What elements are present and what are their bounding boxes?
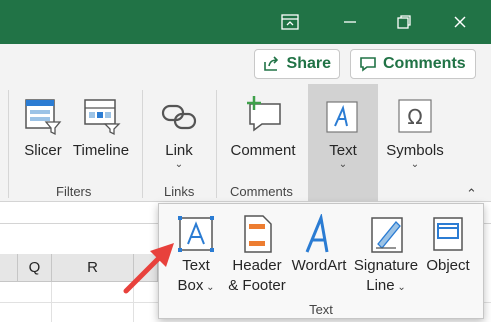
text-box-label-line2: Box xyxy=(177,277,204,294)
chevron-down-icon: ⌄ xyxy=(338,159,348,170)
wordart-icon xyxy=(305,214,329,253)
comments-group-label: Comments xyxy=(230,184,293,199)
links-group-label: Links xyxy=(164,184,195,199)
header-footer-button[interactable]: Header & Footer xyxy=(225,210,289,296)
omega-symbol-icon: Ω xyxy=(398,99,432,133)
share-label: Share xyxy=(286,55,331,72)
text-label: Text xyxy=(329,142,357,159)
ribbon-display-options-button[interactable] xyxy=(262,0,318,44)
object-button[interactable]: Object xyxy=(423,210,473,276)
object-label: Object xyxy=(426,257,470,274)
link-label: Link xyxy=(165,142,193,159)
slicer-button[interactable]: Slicer xyxy=(18,84,68,160)
chevron-down-icon: ⌄ xyxy=(394,282,406,293)
link-button[interactable]: Link ⌄ xyxy=(154,84,204,170)
minimize-icon xyxy=(344,21,356,23)
column-header[interactable] xyxy=(134,254,158,282)
text-icon xyxy=(326,101,358,133)
wordart-label: WordArt xyxy=(291,257,347,274)
column-header-label: Q xyxy=(28,259,41,276)
column-header-label: R xyxy=(87,259,98,276)
restore-button[interactable] xyxy=(376,0,432,44)
close-icon xyxy=(454,16,466,28)
title-bar xyxy=(0,0,491,44)
signature-line-icon xyxy=(371,217,403,253)
comment-icon xyxy=(360,57,376,72)
text-box-button[interactable]: Text Box ⌄ xyxy=(173,210,219,296)
text-dropdown-menu: Text Box ⌄ Header & Footer WordArt Signa… xyxy=(158,203,484,319)
comments-button[interactable]: Comments xyxy=(350,49,476,79)
timeline-label: Timeline xyxy=(72,142,130,159)
svg-text:Ω: Ω xyxy=(407,105,422,129)
filters-group-label: Filters xyxy=(56,184,92,199)
comment-button[interactable]: Comment xyxy=(226,84,300,160)
timeline-icon xyxy=(84,99,121,136)
chevron-down-icon: ⌄ xyxy=(203,282,215,293)
wordart-button[interactable]: WordArt xyxy=(289,210,349,276)
close-button[interactable] xyxy=(432,0,488,44)
group-separator xyxy=(142,90,143,198)
comments-label: Comments xyxy=(383,55,466,72)
symbols-label: Symbols xyxy=(386,142,444,159)
text-box-label-line1: Text xyxy=(182,257,210,274)
text-button[interactable]: Text ⌄ xyxy=(312,84,374,170)
minimize-button[interactable] xyxy=(322,0,378,44)
group-separator xyxy=(8,90,9,198)
timeline-button[interactable]: Timeline xyxy=(70,84,132,160)
chevron-down-icon: ⌄ xyxy=(410,159,420,170)
group-separator xyxy=(216,90,217,198)
restore-icon xyxy=(397,15,411,29)
header-footer-label-line1: Header xyxy=(232,257,282,274)
collaboration-bar: Share Comments xyxy=(0,44,491,84)
collapse-ribbon-icon[interactable]: ⌃ xyxy=(466,186,477,202)
header-footer-label-line2: & Footer xyxy=(228,277,286,294)
slicer-label: Slicer xyxy=(24,142,62,159)
slicer-icon xyxy=(25,99,62,136)
chevron-down-icon: ⌄ xyxy=(174,159,184,170)
comment-label: Comment xyxy=(230,142,296,159)
object-icon xyxy=(433,217,463,251)
column-header-r[interactable]: R xyxy=(52,254,134,282)
link-icon xyxy=(161,104,197,130)
share-button[interactable]: Share xyxy=(254,49,340,79)
ribbon-display-icon xyxy=(281,14,299,30)
text-group-label: Text xyxy=(309,302,333,317)
symbols-button[interactable]: Ω Symbols ⌄ xyxy=(382,84,448,170)
signature-line-label-line1: Signature xyxy=(353,257,419,274)
new-comment-icon xyxy=(247,96,281,132)
signature-line-label-line2: Line xyxy=(366,277,395,294)
signature-line-button[interactable]: Signature Line ⌄ xyxy=(351,210,421,296)
ribbon: Slicer Timeline Filters Link ⌄ Links Com… xyxy=(0,84,491,202)
column-header[interactable] xyxy=(0,254,18,282)
share-icon xyxy=(264,56,279,71)
header-footer-icon xyxy=(244,215,272,253)
column-header-q[interactable]: Q xyxy=(18,254,52,282)
text-box-icon xyxy=(178,216,214,252)
